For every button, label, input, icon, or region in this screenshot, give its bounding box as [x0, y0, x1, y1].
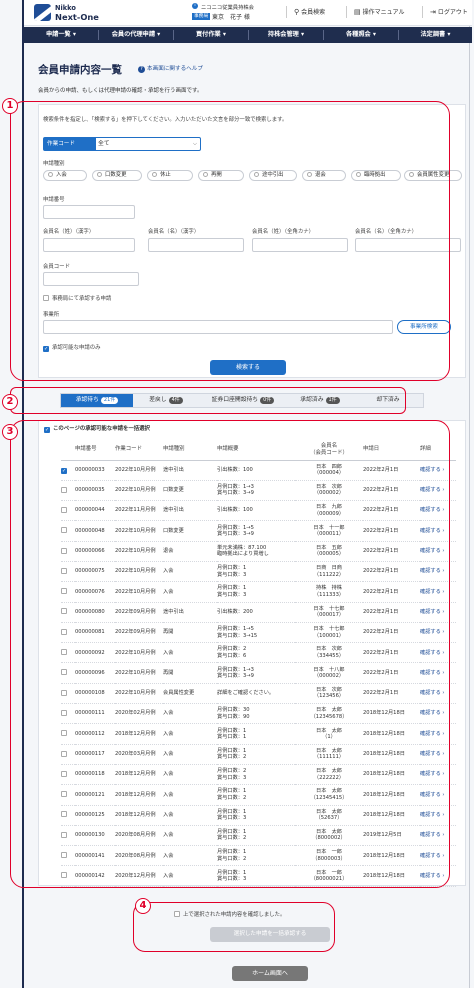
main-nav: 申請一覧 ▾ 会員の代理申請 ▾ 買付作業 ▾ 持株会管理 ▾ 各種照会 ▾ 法… [24, 27, 472, 43]
nav-applications[interactable]: 申請一覧 ▾ [24, 27, 98, 43]
annotation-marker-3: 3 [2, 424, 18, 440]
page-title: 会員申請内容一覧 [38, 64, 122, 76]
nav-proxy[interactable]: 会員の代理申請 ▾ [99, 27, 173, 43]
nav-statutory[interactable]: 法定調書 ▾ [399, 27, 472, 43]
divider [346, 6, 347, 18]
page-description: 会員からの申請、もしくは代理申請の確認・承認を行う画面です。 [38, 88, 203, 94]
annotation-frame-2 [10, 387, 406, 414]
book-icon: ▤ [354, 8, 361, 16]
annotation-marker-4: 4 [135, 898, 151, 914]
manual-link[interactable]: ▤ 操作マニュアル [354, 6, 404, 18]
home-button[interactable]: ホーム画面へ [232, 966, 308, 981]
divider [422, 6, 423, 18]
logout-label: ログアウト [437, 9, 468, 16]
user-info: i ニコニコ従業員持株会 事務局 東京 花子 様 [192, 3, 288, 23]
nav-purchase[interactable]: 買付作業 ▾ [174, 27, 248, 43]
help-label: 本画面に関するヘルプ [147, 66, 203, 72]
brand-line1: Nikko [55, 4, 76, 12]
role-badge: 事務局 [192, 13, 211, 20]
annotation-frame-4 [133, 902, 335, 952]
annotation-frame-1 [10, 101, 450, 381]
member-search-link[interactable]: ⚲ 会員検索 [294, 6, 325, 18]
user-name: 東京 花子 様 [212, 14, 250, 21]
brand-line2: Next-One [55, 12, 99, 22]
logo[interactable]: Nikko Next-One [34, 3, 106, 23]
logo-mark [34, 4, 51, 21]
search-icon: ⚲ [294, 8, 300, 16]
annotation-marker-1: 1 [2, 98, 18, 114]
header: Nikko Next-One i ニコニコ従業員持株会 事務局 東京 花子 様 … [24, 0, 472, 26]
manual-label: 操作マニュアル [362, 9, 405, 16]
annotation-frame-3 [10, 420, 450, 888]
info-icon: i [192, 3, 198, 9]
member-search-label: 会員検索 [301, 9, 326, 16]
logout-link[interactable]: ⇥ ログアウト [430, 6, 468, 18]
logout-icon: ⇥ [430, 8, 436, 16]
nav-inquiry[interactable]: 各種照会 ▾ [324, 27, 398, 43]
annotation-marker-2: 2 [2, 394, 18, 410]
nav-association[interactable]: 持株会管理 ▾ [249, 27, 323, 43]
association-name: ニコニコ従業員持株会 [201, 5, 254, 11]
help-icon: ? [138, 66, 145, 73]
divider [286, 6, 287, 18]
help-link[interactable]: ? 本画面に関するヘルプ [138, 64, 203, 73]
